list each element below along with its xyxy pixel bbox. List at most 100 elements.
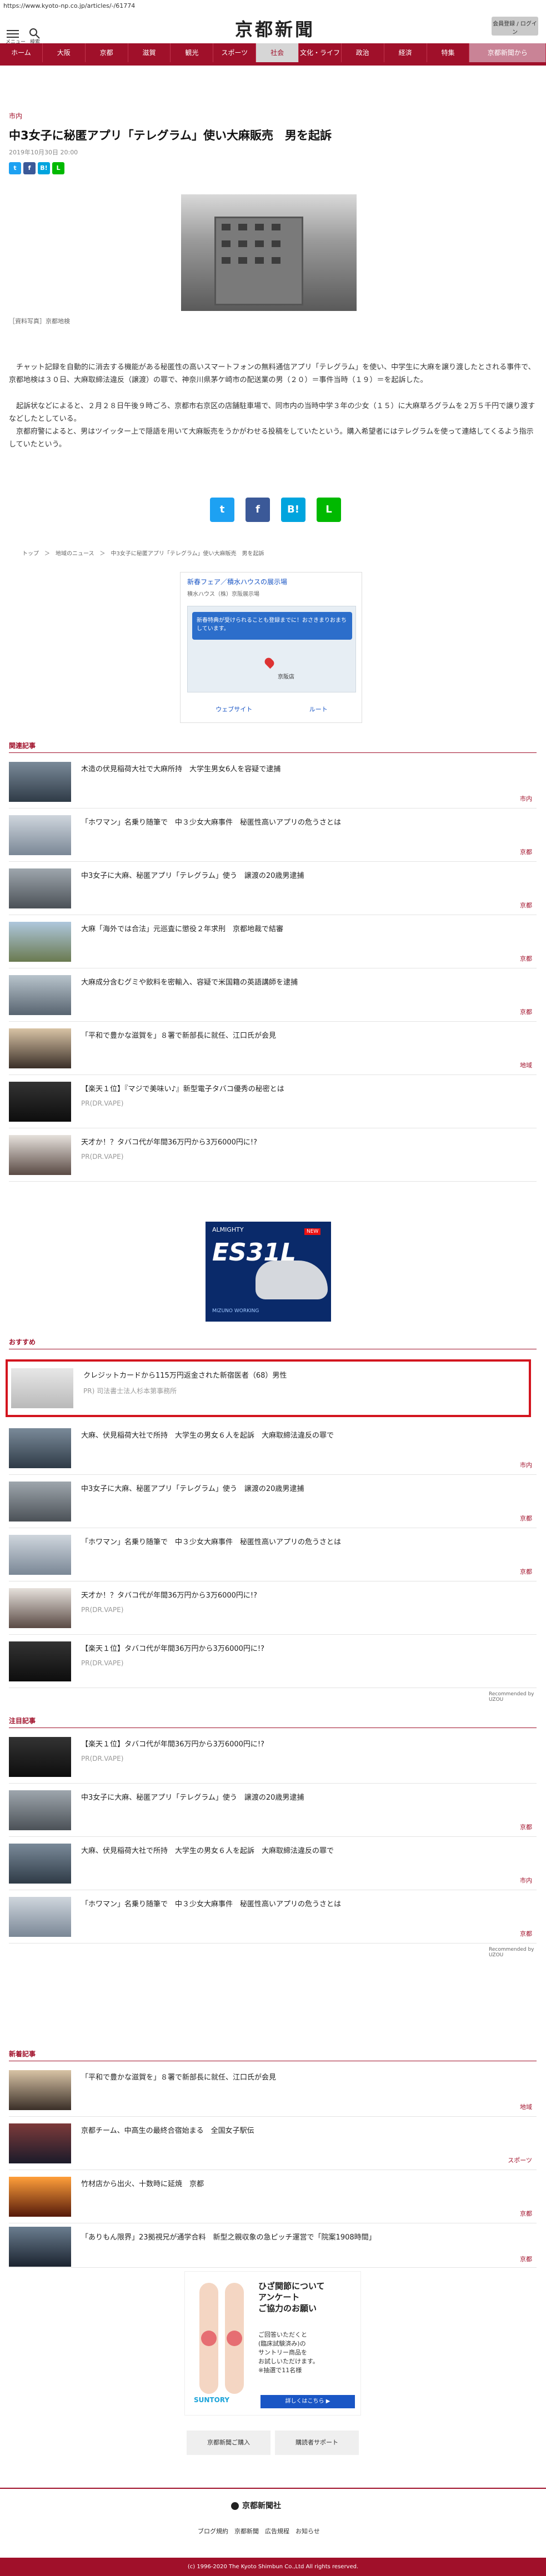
item-title[interactable]: 中3女子に大麻、秘匿アプリ「テレグラム」使う 譲渡の20歳男逮捕 [81, 870, 525, 880]
thumbnail [9, 1082, 71, 1122]
item-title[interactable]: 竹材店から出火、十数時に延焼 京都 [81, 2178, 525, 2188]
item-title[interactable]: 「ホワマン」名乗り随筆で 中３少女大麻事件 秘匿性高いアプリの危うさとは [81, 1898, 525, 1909]
list-item[interactable]: 【楽天１位】タバコ代が年間36万円から3万6000円に!? PR(DR.VAPE) [9, 1635, 537, 1688]
ad-website-link[interactable]: ウェブサイト [216, 700, 252, 719]
nav-economy[interactable]: 経済 [384, 43, 427, 62]
item-title[interactable]: 大麻、伏見稲荷大社で所持 大学生の男女６人を起訴 大麻取締法違反の罪で [81, 1429, 525, 1440]
nav-shiga[interactable]: 滋賀 [128, 43, 171, 62]
list-item[interactable]: 中3女子に大麻、秘匿アプリ「テレグラム」使う 譲渡の20歳男逮捕 京都 [9, 1784, 537, 1837]
shoe-ad[interactable]: ALMIGHTY ES31L NEW MIZUNO WORKING [206, 1222, 331, 1322]
share-buttons-bottom: t f B! L [210, 498, 341, 522]
footer-links[interactable]: ブログ規約 京都新聞 広告規程 お知らせ [198, 2527, 320, 2535]
address-bar[interactable]: https://www.kyoto-np.co.jp/articles/-/61… [0, 0, 546, 11]
list-item[interactable]: 【楽天１位】タバコ代が年間36万円から3万6000円に!? PR(DR.VAPE) [9, 1730, 537, 1784]
item-title[interactable]: 大麻、伏見稲荷大社で所持 大学生の男女６人を起訴 大麻取締法違反の罪で [81, 1845, 525, 1855]
list-item[interactable]: 天才か！？タバコ代が年間36万円から3万6000円に!? PR(DR.VAPE) [9, 1128, 537, 1182]
item-title[interactable]: 「平和で豊かな滋賀を」８署で新部長に就任、江口氏が会見 [81, 1030, 525, 1040]
login-button[interactable]: 会員登録 / ログイン [492, 17, 538, 36]
item-title[interactable]: 天才か！？タバコ代が年間36万円から3万6000円に!? [81, 1589, 525, 1600]
nav-culture[interactable]: 文化・ライフ [299, 43, 342, 62]
list-item[interactable]: 大麻、伏見稲荷大社で所持 大学生の男女６人を起訴 大麻取締法違反の罪で市内 [9, 1422, 537, 1475]
list-item[interactable]: 【楽天１位】『マジで美味い♪』新型電子タバコ優秀の秘密とは PR(DR.VAPE) [9, 1075, 537, 1128]
item-title[interactable]: 「ホワマン」名乗り随筆で 中３少女大麻事件 秘匿性高いアプリの危うさとは [81, 1536, 525, 1546]
ad-body: ご回答いただくと (臨床試験済み)の サントリー商品を お試しいただけます。 ※… [258, 2331, 319, 2374]
footer-logo[interactable]: 京都新聞社 [231, 2500, 281, 2511]
item-tag: 京都 [520, 1568, 532, 1575]
thumbnail [9, 2070, 71, 2110]
nav-kyoto[interactable]: 京都 [86, 43, 128, 62]
facebook-share-icon[interactable]: f [23, 162, 36, 174]
item-title[interactable]: 中3女子に大麻、秘匿アプリ「テレグラム」使う 譲渡の20歳男逮捕 [81, 1483, 525, 1493]
nav-politics[interactable]: 政治 [342, 43, 384, 62]
list-item[interactable]: 「ホワマン」名乗り随筆で 中３少女大麻事件 秘匿性高いアプリの危うさとは京都 [9, 1528, 537, 1581]
article-date: 2019年10月30日 20:00 [9, 149, 78, 156]
nav-tourism[interactable]: 観光 [171, 43, 214, 62]
item-title[interactable]: 京都チーム、中高生の最終合宿始まる 全国女子駅伝 [81, 2125, 525, 2135]
ad-map[interactable]: 新春特典が受けられることも登録までに！おさきまりおまちしています。 京阪店 [187, 606, 356, 692]
list-item[interactable]: 大麻成分含むグミや飲料を密輸入、容疑で米国籍の英語講師を逮捕 京都 [9, 968, 537, 1022]
nav-from-kyoto[interactable]: 京都新聞から [469, 43, 546, 62]
list-item[interactable]: 中3女子に大麻、秘匿アプリ「テレグラム」使う 譲渡の20歳男逮捕 京都 [9, 1475, 537, 1528]
notable-credit[interactable]: Recommended by UZOU [489, 1947, 546, 1958]
item-title[interactable]: 「ありもん限界」23拠視兄が通学合料 新型之親収象の急ピッチ運営で「院案1908… [81, 2231, 525, 2242]
site-logo[interactable]: 京都新聞 [211, 16, 339, 40]
thumbnail [9, 1482, 71, 1522]
thumbnail [9, 1897, 71, 1937]
item-title[interactable]: クレジットカードから115万円返金された新宿医者（68）男性 [83, 1369, 528, 1380]
item-title[interactable]: 大麻成分含むグミや飲料を密輸入、容疑で米国籍の英語講師を逮捕 [81, 976, 525, 987]
item-tag: 京都 [520, 2256, 532, 2263]
item-title[interactable]: 【楽天１位】タバコ代が年間36万円から3万6000円に!? [81, 1738, 525, 1749]
item-tag: 市内 [520, 1462, 532, 1469]
item-title[interactable]: 【楽天１位】タバコ代が年間36万円から3万6000円に!? [81, 1643, 525, 1653]
item-title[interactable]: 中3女子に大麻、秘匿アプリ「テレグラム」使う 譲渡の20歳男逮捕 [81, 1791, 525, 1802]
item-title[interactable]: 木造の伏見稲荷大社で大麻所持 大学生男女6人を容疑で逮捕 [81, 763, 525, 774]
twitter-share-icon[interactable]: t [210, 498, 234, 522]
nav-feature[interactable]: 特集 [427, 43, 470, 62]
list-item[interactable]: 大麻「海外では合法」元巡査に懲役２年求刑 京都地裁で結審 京都 [9, 915, 537, 968]
article-paragraph-1: チャット記録を自動的に消去する機能がある秘匿性の高いスマートフォンの無料通信アプ… [9, 363, 535, 384]
list-item[interactable]: クレジットカードから115万円返金された新宿医者（68）男性 PR) 司法書士法人… [11, 1362, 528, 1415]
nav-underline [0, 62, 546, 66]
line-share-icon[interactable]: L [52, 162, 64, 174]
list-item[interactable]: 竹材店から出火、十数時に延焼 京都 京都 [9, 2170, 537, 2223]
footer-buttons: 京都新聞ご購入 購読者サポート [187, 2431, 359, 2455]
list-item[interactable]: 「ホワマン」名乗り随筆で 中３少女大麻事件 秘匿性高いアプリの危うさとは 京都 [9, 1890, 537, 1944]
item-title[interactable]: 天才か！？タバコ代が年間36万円から3万6000円に!? [81, 1136, 525, 1147]
thumbnail [9, 868, 71, 908]
survey-ad[interactable]: ひざ関節について アンケート ご協力のお願い ご回答いただくと (臨床試験済み)… [184, 2271, 361, 2416]
ad-title[interactable]: 新春フェア／積水ハウスの展示場 [187, 577, 287, 586]
map-ad[interactable]: 新春フェア／積水ハウスの展示場 積水ハウス（株）京阪展示場 新春特典が受けられる… [180, 572, 362, 723]
ad-route-link[interactable]: ルート [309, 700, 328, 719]
related-heading: 関連記事 [9, 741, 537, 753]
list-item[interactable]: 天才か！？タバコ代が年間36万円から3万6000円に!? PR(DR.VAPE) [9, 1581, 537, 1635]
hatena-share-icon[interactable]: B! [38, 162, 50, 174]
recommend-credit[interactable]: Recommended by UZOU [489, 1691, 546, 1703]
nav-home[interactable]: ホーム [0, 43, 43, 62]
list-item[interactable]: 「ホワマン」名乗り随筆で 中３少女大麻事件 秘匿性高いアプリの危うさとは 京都 [9, 809, 537, 862]
nav-sports[interactable]: スポーツ [213, 43, 257, 62]
list-item[interactable]: 中3女子に大麻、秘匿アプリ「テレグラム」使う 譲渡の20歳男逮捕 京都 [9, 862, 537, 915]
list-item[interactable]: 「ありもん限界」23拠視兄が通学合料 新型之親収象の急ピッチ運営で「院案1908… [9, 2223, 537, 2268]
nav-society[interactable]: 社会 [256, 43, 299, 62]
list-item[interactable]: 京都チーム、中高生の最終合宿始まる 全国女子駅伝 スポーツ [9, 2117, 537, 2170]
nav-osaka[interactable]: 大阪 [43, 43, 86, 62]
subscribe-button[interactable]: 京都新聞ご購入 [187, 2431, 271, 2455]
item-title[interactable]: 「ホワマン」名乗り随筆で 中３少女大麻事件 秘匿性高いアプリの危うさとは [81, 816, 525, 827]
article-title: 中3女子に秘匿アプリ「テレグラム」使い大麻販売 男を起訴 [9, 129, 332, 142]
item-title[interactable]: 【楽天１位】『マジで美味い♪』新型電子タバコ優秀の秘密とは [81, 1083, 525, 1093]
thumbnail [9, 815, 71, 855]
item-title[interactable]: 大麻「海外では合法」元巡査に懲役２年求刑 京都地裁で結審 [81, 923, 525, 933]
list-item[interactable]: 木造の伏見稲荷大社で大麻所持 大学生男女6人を容疑で逮捕 市内 [9, 755, 537, 809]
hatena-share-icon[interactable]: B! [281, 498, 305, 522]
line-share-icon[interactable]: L [317, 498, 341, 522]
article-category[interactable]: 市内 [9, 111, 22, 120]
breadcrumb[interactable]: トップ ＞ 地域のニュース ＞ 中3女子に秘匿アプリ「テレグラム」使い大麻販売 … [22, 549, 264, 557]
list-item[interactable]: 「平和で豊かな滋賀を」８署で新部長に就任、江口氏が会見 地域 [9, 2063, 537, 2117]
item-title[interactable]: 「平和で豊かな滋賀を」８署で新部長に就任、江口氏が会見 [81, 2071, 525, 2082]
list-item[interactable]: 「平和で豊かな滋賀を」８署で新部長に就任、江口氏が会見 地域 [9, 1022, 537, 1075]
support-button[interactable]: 購読者サポート [275, 2431, 359, 2455]
facebook-share-icon[interactable]: f [246, 498, 270, 522]
twitter-share-icon[interactable]: t [9, 162, 21, 174]
list-item[interactable]: 大麻、伏見稲荷大社で所持 大学生の男女６人を起訴 大麻取締法違反の罪で 市内 [9, 1837, 537, 1890]
ad-details-button[interactable]: 詳しくはこちら ▶ [261, 2395, 355, 2408]
